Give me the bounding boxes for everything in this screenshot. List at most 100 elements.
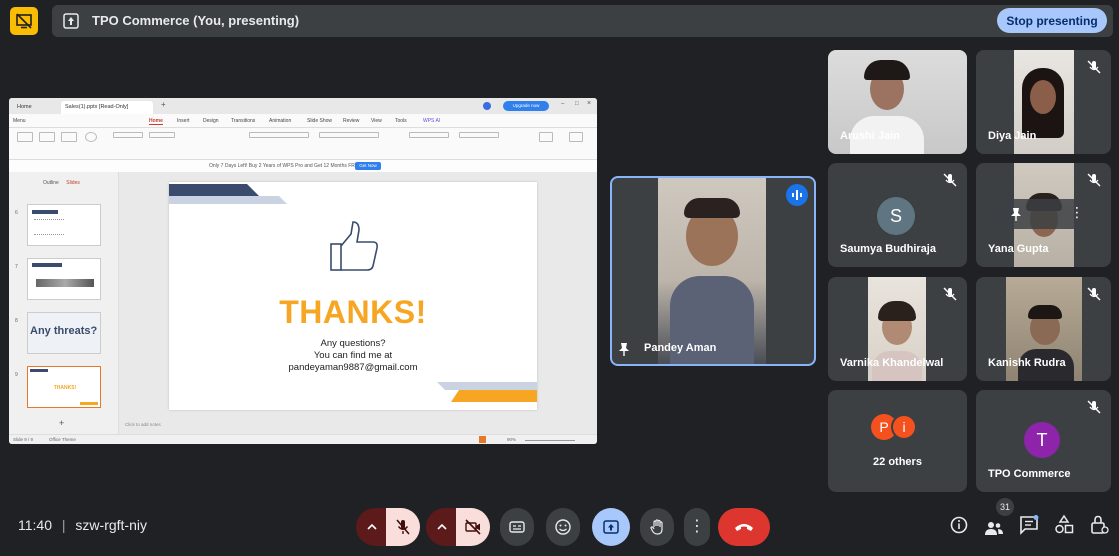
- activities-icon[interactable]: [1053, 514, 1075, 536]
- maximize-icon[interactable]: □: [575, 101, 579, 107]
- screen-off-icon: [16, 13, 32, 29]
- avatar: S: [877, 197, 915, 235]
- more-options-icon[interactable]: ⋮: [1070, 205, 1084, 219]
- pin-icon[interactable]: [618, 342, 630, 356]
- settings-button[interactable]: [569, 132, 583, 142]
- thumb-number: 6: [15, 210, 18, 216]
- current-slide[interactable]: THANKS! Any questions? You can find me a…: [169, 182, 537, 410]
- minimize-icon[interactable]: –: [561, 101, 564, 107]
- microphone-toggle-button[interactable]: [386, 508, 420, 546]
- new-tab-icon[interactable]: +: [161, 100, 166, 109]
- ribbon-button[interactable]: [17, 132, 33, 142]
- present-screen-button[interactable]: [592, 508, 630, 546]
- info-icon[interactable]: [948, 514, 970, 536]
- chat-icon[interactable]: [1018, 514, 1040, 536]
- slideshow-icon[interactable]: [479, 436, 486, 443]
- wps-menu-bar: Menu Home Insert Design Transitions Anim…: [9, 114, 597, 128]
- camera-off-icon: [465, 519, 481, 535]
- ribbon-button[interactable]: [85, 132, 97, 142]
- presentation-icon[interactable]: [10, 7, 38, 35]
- others-count: 22 others: [873, 456, 922, 468]
- more-options-button[interactable]: ⋮: [684, 508, 710, 546]
- mic-off-icon: [1087, 173, 1101, 187]
- tab-outline[interactable]: Outline: [43, 180, 59, 186]
- raise-hand-button[interactable]: [640, 508, 674, 546]
- leave-call-button[interactable]: [718, 508, 770, 546]
- menu-item-slideshow[interactable]: Slide Show: [307, 118, 332, 124]
- promo-get-now-button[interactable]: Get Now: [355, 162, 381, 170]
- slide-title: THANKS!: [279, 294, 427, 330]
- reactions-button[interactable]: [546, 508, 580, 546]
- slide-thumbnail[interactable]: [27, 204, 101, 246]
- menu-item-transitions[interactable]: Transitions: [231, 118, 255, 124]
- ribbon-button[interactable]: [39, 132, 55, 142]
- participant-tile-varnika-khandelwal[interactable]: Varnika Khandelwal: [828, 277, 967, 381]
- wps-tab-bar: Home Sales(1).pptx [Read-Only] + Upgrade…: [9, 98, 597, 114]
- menu-item-review[interactable]: Review: [343, 118, 359, 124]
- menu-item-animation[interactable]: Animation: [269, 118, 291, 124]
- participant-name: Yana Gupta: [988, 243, 1049, 255]
- font-selector[interactable]: [249, 132, 309, 138]
- meeting-code[interactable]: szw-rgft-niy: [75, 517, 147, 533]
- student-tools-button[interactable]: [539, 132, 553, 142]
- participant-name: Diya Jain: [988, 130, 1037, 142]
- paragraph-tools[interactable]: [319, 132, 379, 138]
- pin-icon[interactable]: [1010, 207, 1022, 221]
- mic-off-icon: [1087, 60, 1101, 74]
- stop-presenting-button[interactable]: Stop presenting: [997, 8, 1107, 33]
- menu-item-tools[interactable]: Tools: [395, 118, 407, 124]
- menu-item-wps-ai[interactable]: WPS AI: [423, 118, 440, 124]
- slide-thumbnail[interactable]: [27, 258, 101, 300]
- slide-thumbnail-selected[interactable]: THANKS!: [27, 366, 101, 408]
- slide-email: pandeyaman9887@gmail.com: [288, 362, 418, 373]
- arrange-tools[interactable]: [459, 132, 499, 138]
- slide-canvas: THANKS! Any questions? You can find me a…: [119, 172, 597, 434]
- menu-item-home[interactable]: Home: [149, 118, 163, 125]
- participant-tile-yana-gupta[interactable]: ⋮ Yana Gupta: [976, 163, 1111, 267]
- tab-home[interactable]: Home: [13, 101, 36, 114]
- account-icon[interactable]: [483, 102, 491, 110]
- notes-placeholder[interactable]: Click to add notes: [125, 422, 161, 427]
- participant-name: Saumya Budhiraja: [840, 243, 936, 255]
- mic-off-icon: [943, 287, 957, 301]
- tab-sales-pptx[interactable]: Sales(1).pptx [Read-Only]: [61, 101, 153, 114]
- slide-contact-text: Any questions? You can find me at pandey…: [169, 338, 537, 374]
- participant-tile-tpo-commerce[interactable]: T TPO Commerce: [976, 390, 1111, 492]
- shapes-tools[interactable]: [409, 132, 449, 138]
- slide-thumbnail[interactable]: Any threats?: [27, 312, 101, 354]
- zoom-level[interactable]: 90%: [507, 437, 516, 442]
- upgrade-button[interactable]: Upgrade now: [503, 101, 549, 111]
- people-icon[interactable]: [983, 518, 1005, 540]
- thumb-number: 8: [15, 318, 18, 324]
- ribbon-button[interactable]: [149, 132, 175, 138]
- slides-panel: Outline Slides 6 7 8 Any threats? 9 THAN…: [9, 172, 119, 434]
- tile-hover-controls: ⋮: [996, 199, 1088, 229]
- hand-icon: [650, 519, 663, 535]
- participant-tile-saumya-budhiraja[interactable]: S Saumya Budhiraja: [828, 163, 967, 267]
- menu-item-view[interactable]: View: [371, 118, 382, 124]
- participant-tile-diya-jain[interactable]: Diya Jain: [976, 50, 1111, 154]
- menu-item-insert[interactable]: Insert: [177, 118, 190, 124]
- tab-slides[interactable]: Slides: [66, 180, 80, 186]
- video-options-button[interactable]: [426, 508, 458, 546]
- menu-item[interactable]: Menu: [13, 118, 26, 124]
- participant-tile-others[interactable]: P i 22 others: [828, 390, 967, 492]
- ribbon-button[interactable]: [61, 132, 77, 142]
- host-controls-lock-icon[interactable]: [1088, 514, 1110, 536]
- camera-toggle-button[interactable]: [456, 508, 490, 546]
- meeting-info: 11:40 | szw-rgft-niy: [18, 517, 147, 533]
- audio-options-button[interactable]: [356, 508, 388, 546]
- zoom-slider[interactable]: [525, 440, 575, 441]
- participant-tile-pandey-aman[interactable]: Pandey Aman: [610, 176, 816, 366]
- participant-name: Kanishk Rudra: [988, 357, 1066, 369]
- close-icon[interactable]: ×: [587, 100, 591, 107]
- add-slide-icon[interactable]: +: [59, 418, 64, 428]
- captions-button[interactable]: [500, 508, 534, 546]
- participant-video: [658, 178, 766, 364]
- menu-item-design[interactable]: Design: [203, 118, 219, 124]
- participant-tile-arushi-jain[interactable]: Arushi Jain: [828, 50, 967, 154]
- ribbon-button[interactable]: [113, 132, 143, 138]
- participant-tile-kanishk-rudra[interactable]: Kanishk Rudra: [976, 277, 1111, 381]
- thumb-number: 9: [15, 372, 18, 378]
- slide-counter: Slide 9 / 9: [13, 437, 34, 442]
